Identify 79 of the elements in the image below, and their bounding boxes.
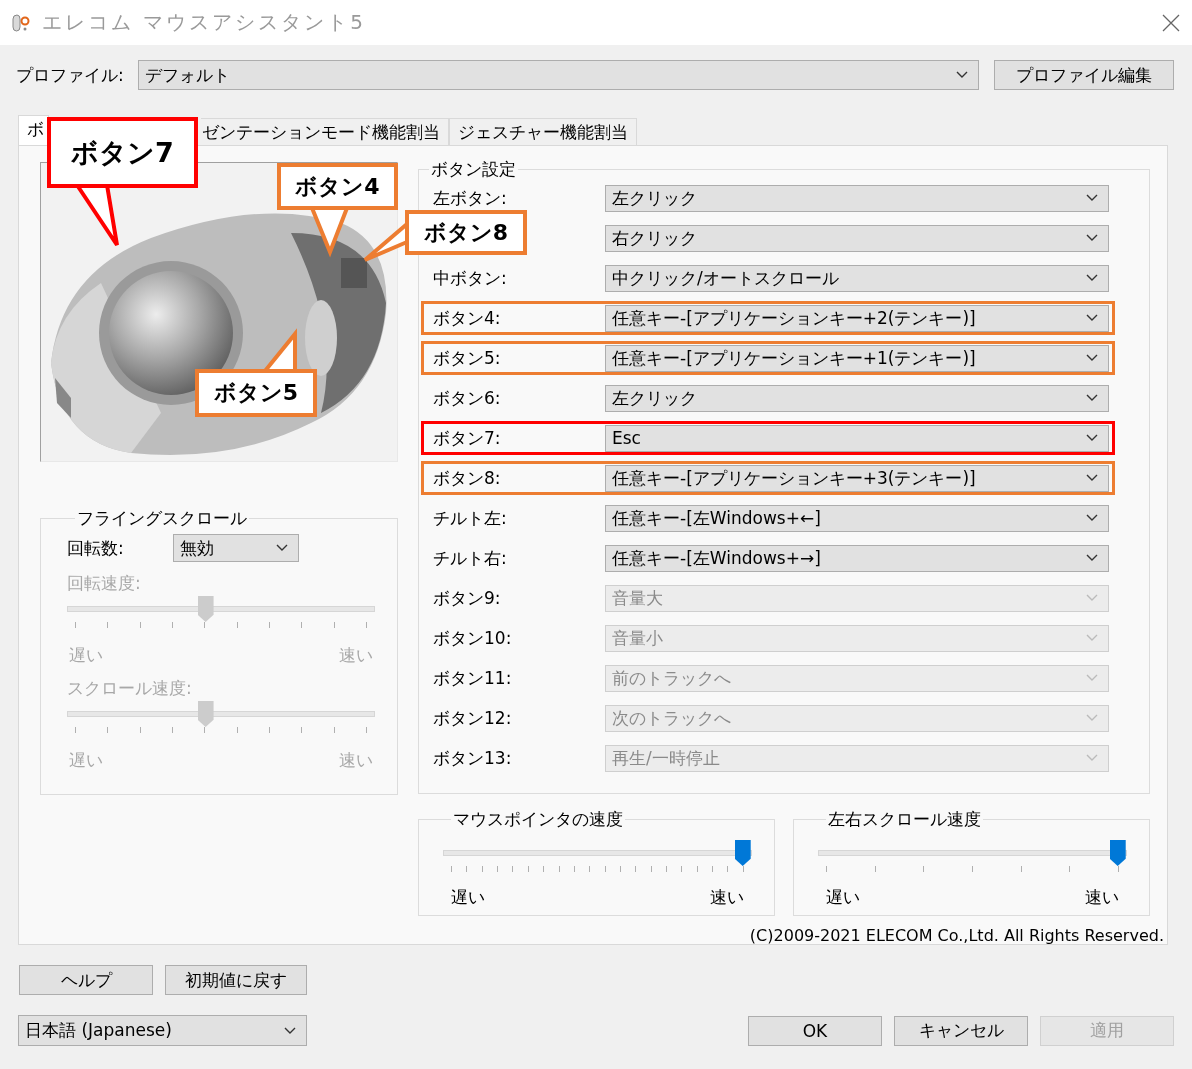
field-label: ボタン4:	[433, 306, 502, 330]
field-label: ボタン6:	[433, 386, 502, 410]
edit-profile-button[interactable]: プロファイル編集	[994, 60, 1174, 90]
function-dropdown[interactable]: 右クリック	[605, 224, 1109, 252]
fast-label: 速い	[1085, 886, 1119, 909]
profile-dropdown[interactable]: デフォルト	[137, 60, 980, 90]
tab[interactable]: ゼンテーションモード機能割当	[201, 118, 449, 145]
field-label: ボタン5:	[433, 346, 502, 370]
fast-label: 速い	[339, 749, 373, 772]
slider-track[interactable]	[67, 596, 375, 622]
slow-label: 遅い	[451, 886, 485, 909]
chevron-icon	[1086, 554, 1098, 562]
language-dropdown[interactable]: 日本語 (Japanese)	[18, 1015, 307, 1046]
chevron-icon	[1086, 594, 1098, 602]
tool-button[interactable]: 初期値に戻す	[165, 965, 307, 995]
field-label: ボタン11:	[433, 666, 513, 690]
close-icon[interactable]	[1162, 13, 1180, 32]
field-label: 左ボタン:	[433, 186, 508, 210]
tool-button[interactable]: ヘルプ	[19, 965, 153, 995]
field-label: 中ボタン:	[433, 266, 508, 290]
function-dropdown[interactable]: Esc	[605, 424, 1109, 452]
group-title: ボタン設定	[430, 158, 517, 181]
fast-label: 速い	[339, 644, 373, 667]
window-title: エレコム マウスアシスタント5	[42, 9, 367, 36]
chevron-icon	[956, 71, 969, 79]
chevron-icon	[1086, 714, 1098, 722]
slider-label: 回転速度:	[67, 572, 142, 595]
tab[interactable]: ジェスチャー機能割当	[449, 118, 637, 145]
dialog-button[interactable]: キャンセル	[894, 1015, 1028, 1046]
field-label: チルト右:	[433, 546, 508, 570]
chevron-icon	[1086, 634, 1098, 642]
chevron-icon	[1086, 674, 1098, 682]
slow-label: 遅い	[826, 886, 860, 909]
app-icon	[10, 12, 30, 33]
function-dropdown[interactable]: 任意キー-[左Windows+←]	[605, 504, 1109, 532]
tab[interactable]: ボ	[18, 115, 49, 145]
chevron-icon	[1086, 434, 1098, 442]
group-title: 左右スクロール速度	[827, 808, 982, 831]
field-label: 回転数:	[67, 536, 125, 560]
chevron-icon	[1086, 194, 1098, 202]
field-label: ボタン12:	[433, 706, 513, 730]
slider-thumb[interactable]	[734, 840, 751, 866]
chevron-icon	[1086, 394, 1098, 402]
fast-label: 速い	[710, 886, 744, 909]
field-label: ボタン10:	[433, 626, 513, 650]
field-label: ボタン8:	[433, 466, 502, 490]
slow-label: 遅い	[69, 749, 103, 772]
slow-label: 遅い	[69, 644, 103, 667]
profile-label: プロファイル:	[16, 63, 125, 87]
chevron-icon	[1086, 514, 1098, 522]
chevron-icon	[1086, 234, 1098, 242]
chevron-icon	[1086, 474, 1098, 482]
function-dropdown[interactable]: 中クリック/オートスクロール	[605, 264, 1109, 292]
function-dropdown[interactable]: 任意キー-[アプリケーションキー+3(テンキー)]	[605, 464, 1109, 492]
chevron-icon	[284, 1026, 296, 1035]
field-label: ボタン9:	[433, 586, 502, 610]
field-label: ボタン7:	[433, 426, 502, 450]
dialog-button[interactable]: OK	[748, 1015, 882, 1046]
slider-thumb[interactable]	[1109, 840, 1126, 866]
function-dropdown[interactable]: 任意キー-[左Windows+→]	[605, 544, 1109, 572]
chevron-icon	[1086, 754, 1098, 762]
rotation-dropdown[interactable]: 無効	[173, 534, 299, 562]
group-title: フライングスクロール	[76, 507, 248, 530]
slider-label: スクロール速度:	[67, 677, 193, 700]
function-dropdown[interactable]: 任意キー-[アプリケーションキー+2(テンキー)]	[605, 304, 1109, 332]
chevron-icon	[1086, 354, 1098, 362]
slider-track[interactable]	[443, 840, 752, 866]
field-label: ボタン13:	[433, 746, 513, 770]
function-dropdown[interactable]: 任意キー-[アプリケーションキー+1(テンキー)]	[605, 344, 1109, 372]
function-dropdown[interactable]: 左クリック	[605, 184, 1109, 212]
slider-track[interactable]	[818, 840, 1127, 866]
copyright-text: (C)2009-2021 ELECOM Co.,Ltd. All Rights Reserved.	[748, 926, 1164, 945]
function-dropdown[interactable]: 左クリック	[605, 384, 1109, 412]
group-title: マウスポインタの速度	[452, 808, 624, 831]
slider-track[interactable]	[67, 701, 375, 727]
field-label: チルト左:	[433, 506, 508, 530]
chevron-icon	[276, 544, 288, 552]
chevron-icon	[1086, 314, 1098, 322]
chevron-icon	[1086, 274, 1098, 282]
